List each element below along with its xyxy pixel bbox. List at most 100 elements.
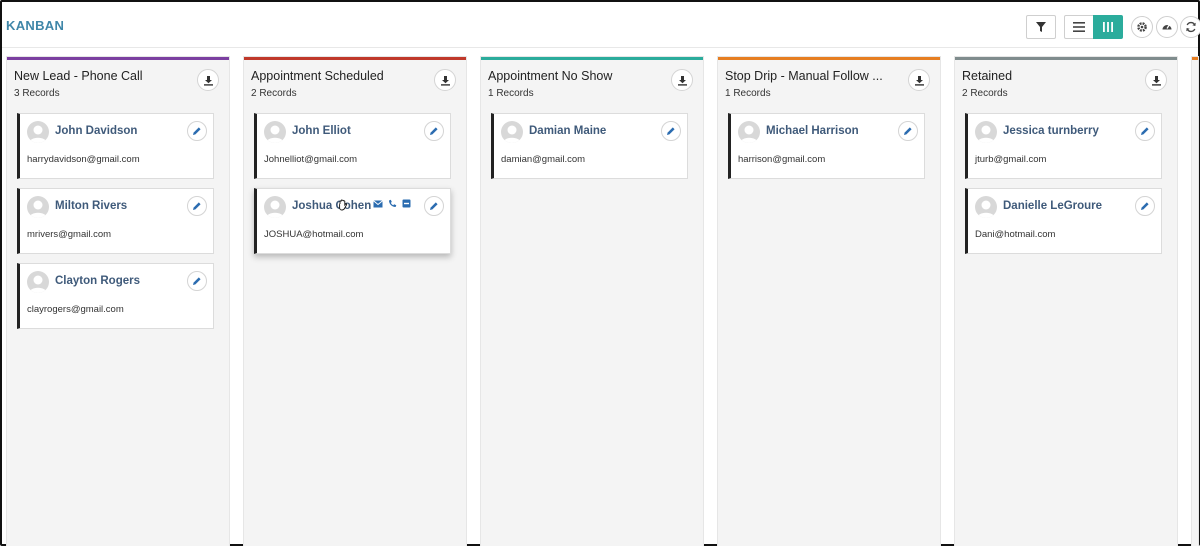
board-view-icon bbox=[1103, 22, 1113, 32]
edit-button[interactable] bbox=[898, 121, 918, 141]
avatar bbox=[27, 271, 49, 293]
grab-cursor-icon bbox=[337, 198, 351, 217]
column-record-count: 2 Records bbox=[251, 88, 297, 99]
user-avatar-icon bbox=[977, 200, 995, 218]
avatar bbox=[975, 196, 997, 218]
download-button[interactable] bbox=[197, 69, 219, 91]
pencil-icon bbox=[193, 277, 201, 285]
lead-card-dragging[interactable]: Joshua Cohen JOSHUA@hotmail.com bbox=[254, 188, 451, 254]
filter-button[interactable] bbox=[1026, 15, 1056, 39]
download-icon bbox=[1151, 75, 1161, 86]
user-avatar-icon bbox=[29, 200, 47, 218]
column-record-count: 3 Records bbox=[14, 88, 60, 99]
column-title: Appointment No Show bbox=[488, 69, 613, 83]
list-view-button[interactable] bbox=[1064, 15, 1094, 39]
avatar bbox=[738, 121, 760, 143]
edit-button[interactable] bbox=[187, 196, 207, 216]
column-record-count: 2 Records bbox=[962, 88, 1008, 99]
contact-name-link[interactable]: Clayton Rogers bbox=[55, 275, 140, 287]
user-avatar-icon bbox=[503, 125, 521, 143]
pencil-icon bbox=[193, 202, 201, 210]
download-button[interactable] bbox=[434, 69, 456, 91]
user-avatar-icon bbox=[266, 125, 284, 143]
edit-button[interactable] bbox=[1135, 121, 1155, 141]
user-avatar-icon bbox=[266, 200, 284, 218]
lead-card[interactable]: John Elliot Johnelliot@gmail.com bbox=[254, 113, 451, 179]
contact-email: damian@gmail.com bbox=[501, 154, 586, 165]
email-icon[interactable] bbox=[373, 199, 383, 208]
column-record-count: 1 Records bbox=[488, 88, 534, 99]
download-button[interactable] bbox=[908, 69, 930, 91]
pencil-icon bbox=[430, 127, 438, 135]
board-view-button[interactable] bbox=[1093, 15, 1123, 39]
user-avatar-icon bbox=[29, 125, 47, 143]
edit-button[interactable] bbox=[187, 271, 207, 291]
contact-email: Johnelliot@gmail.com bbox=[264, 154, 358, 165]
column-title: Appointment Scheduled bbox=[251, 69, 384, 83]
contact-email: clayrogers@gmail.com bbox=[27, 304, 124, 315]
phone-icon[interactable] bbox=[388, 199, 397, 208]
column-stop-drip: Stop Drip - Manual Follow ... 1 Records … bbox=[718, 57, 940, 546]
quick-actions bbox=[373, 199, 411, 208]
contact-email: mrivers@gmail.com bbox=[27, 229, 112, 240]
contact-email: harrydavidson@gmail.com bbox=[27, 154, 140, 165]
lead-card[interactable]: Danielle LeGroure Dani@hotmail.com bbox=[965, 188, 1162, 254]
column-title: Retained bbox=[962, 69, 1013, 83]
avatar bbox=[264, 121, 286, 143]
contact-name-link[interactable]: Danielle LeGroure bbox=[1003, 200, 1102, 212]
contact-email: harrison@gmail.com bbox=[738, 154, 826, 165]
download-icon bbox=[914, 75, 924, 86]
column-title: New Lead - Phone Call bbox=[14, 69, 143, 83]
contact-name-link[interactable]: John Elliot bbox=[292, 125, 351, 137]
contact-name-link[interactable]: John Davidson bbox=[55, 125, 137, 137]
pencil-icon bbox=[1141, 202, 1149, 210]
pencil-icon bbox=[430, 202, 438, 210]
lead-card[interactable]: Jessica turnberry jturb@gmail.com bbox=[965, 113, 1162, 179]
user-avatar-icon bbox=[29, 275, 47, 293]
pencil-icon bbox=[193, 127, 201, 135]
sms-icon[interactable] bbox=[402, 199, 411, 208]
contact-name-link[interactable]: Damian Maine bbox=[529, 125, 606, 137]
edit-button[interactable] bbox=[424, 121, 444, 141]
edit-button[interactable] bbox=[661, 121, 681, 141]
download-icon bbox=[677, 75, 687, 86]
lead-card[interactable]: Damian Maine damian@gmail.com bbox=[491, 113, 688, 179]
contact-name-link[interactable]: Michael Harrison bbox=[766, 125, 859, 137]
column-partial bbox=[1192, 57, 1198, 546]
pencil-icon bbox=[667, 127, 675, 135]
contact-name-link[interactable]: Joshua Cohen bbox=[292, 200, 371, 212]
avatar bbox=[501, 121, 523, 143]
avatar bbox=[27, 196, 49, 218]
lead-card[interactable]: Michael Harrison harrison@gmail.com bbox=[728, 113, 925, 179]
pencil-icon bbox=[1141, 127, 1149, 135]
contact-name-link[interactable]: Milton Rivers bbox=[55, 200, 127, 212]
page-title: KANBAN bbox=[6, 18, 65, 33]
settings-button[interactable] bbox=[1131, 16, 1153, 38]
lead-card[interactable]: John Davidson harrydavidson@gmail.com bbox=[17, 113, 214, 179]
refresh-icon bbox=[1186, 21, 1196, 33]
lead-card[interactable]: Clayton Rogers clayrogers@gmail.com bbox=[17, 263, 214, 329]
contact-name-link[interactable]: Jessica turnberry bbox=[1003, 125, 1099, 137]
download-button[interactable] bbox=[1145, 69, 1167, 91]
contact-email: JOSHUA@hotmail.com bbox=[264, 229, 364, 240]
top-toolbar: KANBAN bbox=[2, 2, 1200, 48]
download-button[interactable] bbox=[671, 69, 693, 91]
download-icon bbox=[440, 75, 450, 86]
edit-button[interactable] bbox=[1135, 196, 1155, 216]
lead-card[interactable]: Milton Rivers mrivers@gmail.com bbox=[17, 188, 214, 254]
refresh-button[interactable] bbox=[1180, 16, 1200, 38]
column-appointment-scheduled: Appointment Scheduled 2 Records John Ell… bbox=[244, 57, 466, 546]
avatar bbox=[975, 121, 997, 143]
edit-button[interactable] bbox=[187, 121, 207, 141]
user-avatar-icon bbox=[740, 125, 758, 143]
kanban-board: New Lead - Phone Call 3 Records John Dav… bbox=[2, 48, 1198, 546]
dashboard-button[interactable] bbox=[1156, 16, 1178, 38]
avatar bbox=[27, 121, 49, 143]
column-title: Stop Drip - Manual Follow ... bbox=[725, 69, 883, 83]
contact-email: Dani@hotmail.com bbox=[975, 229, 1056, 240]
list-view-icon bbox=[1073, 22, 1085, 32]
contact-email: jturb@gmail.com bbox=[975, 154, 1047, 165]
column-retained: Retained 2 Records Jessica turnberry jtu… bbox=[955, 57, 1177, 546]
edit-button[interactable] bbox=[424, 196, 444, 216]
dashboard-icon bbox=[1162, 24, 1172, 30]
